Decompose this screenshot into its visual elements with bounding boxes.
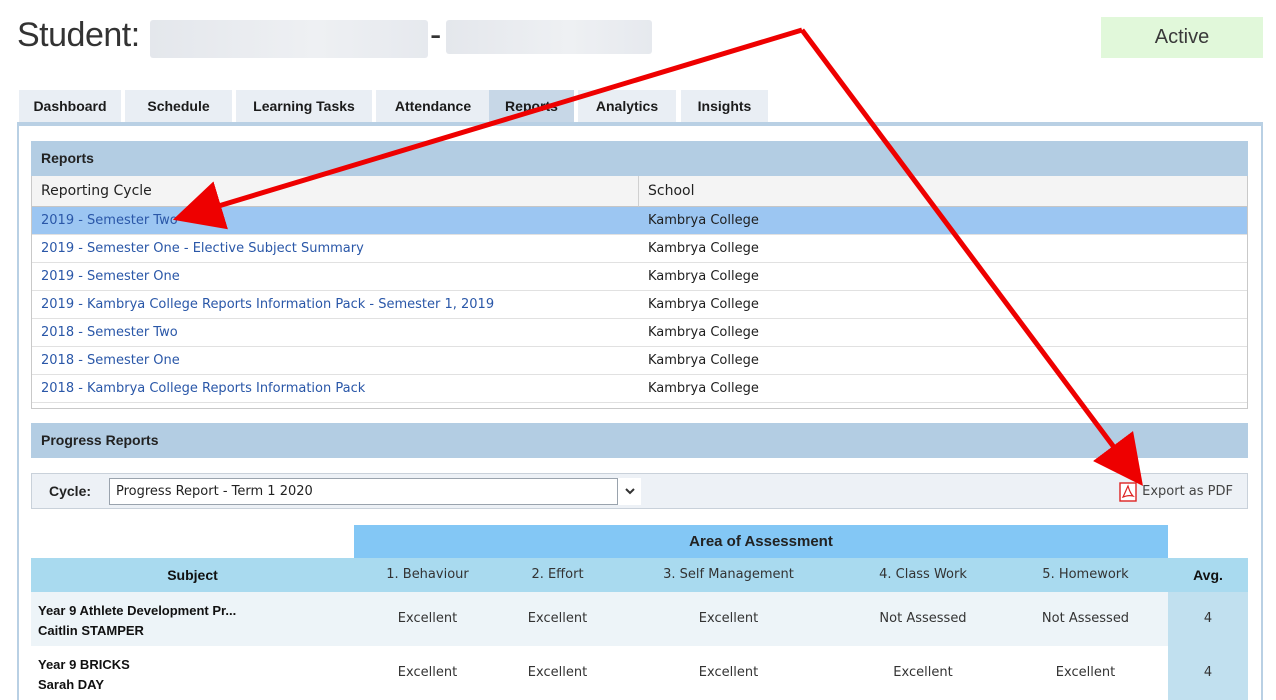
grade-average: 4 (1203, 665, 1213, 680)
column-header-effort: 2. Effort (531, 567, 584, 582)
reports-table: Reporting Cycle School 2019 - Semester T… (31, 176, 1248, 409)
grade-self-management: Excellent (698, 665, 759, 680)
subject-cell: Year 9 Athlete Development Pr... Caitlin… (38, 601, 236, 641)
tab-learning-tasks[interactable]: Learning Tasks (236, 90, 372, 123)
teacher-name: Sarah DAY (38, 677, 104, 692)
subject-name: Year 9 Athlete Development Pr... (38, 603, 237, 618)
column-header-avg: Avg. (1193, 567, 1223, 583)
teacher-name: Caitlin STAMPER (38, 623, 144, 638)
table-row[interactable]: 2019 - Semester One - Elective Subject S… (32, 235, 1247, 263)
report-school: Kambrya College (648, 213, 759, 228)
grade-class-work: Excellent (893, 665, 953, 680)
page-header: Student: - Active (0, 0, 1276, 90)
table-row: Year 9 BRICKS Sarah DAY Excellent Excell… (31, 646, 1168, 700)
export-pdf-label: Export as PDF (1142, 484, 1233, 499)
report-cycle-link[interactable]: 2019 - Semester One - Elective Subject S… (41, 235, 364, 263)
grade-class-work: Not Assessed (879, 611, 967, 626)
report-school: Kambrya College (648, 269, 759, 284)
grade-effort: Excellent (527, 611, 588, 626)
report-cycle-link[interactable]: 2018 - Kambrya College Reports Informati… (41, 375, 365, 403)
report-cycle-link[interactable]: 2018 - Semester One (41, 347, 180, 375)
pdf-icon (1119, 481, 1137, 502)
grade-homework: Not Assessed (1041, 611, 1130, 626)
table-row[interactable]: 2018 - Kambrya College Reports Informati… (32, 375, 1247, 403)
report-cycle-link[interactable]: 2018 - Semester Two (41, 319, 178, 347)
table-row[interactable]: 2018 - Semester One Kambrya College (32, 347, 1247, 375)
tab-attendance[interactable]: Attendance (376, 90, 490, 123)
report-cycle-link[interactable]: 2019 - Kambrya College Reports Informati… (41, 291, 494, 319)
table-row[interactable]: 2019 - Kambrya College Reports Informati… (32, 291, 1247, 319)
tab-reports[interactable]: Reports (489, 90, 574, 123)
tab-insights[interactable]: Insights (681, 90, 768, 123)
column-header-behaviour: 1. Behaviour (386, 567, 469, 582)
reports-section-header: Reports (31, 141, 1248, 176)
progress-reports-section-header: Progress Reports (31, 423, 1248, 458)
table-row[interactable]: 2019 - Semester Two Kambrya College (32, 207, 1247, 235)
cycle-select[interactable]: Progress Report - Term 1 2020 (109, 478, 640, 505)
chevron-down-icon[interactable] (617, 478, 641, 505)
grade-average: 4 (1203, 611, 1213, 626)
grade-effort: Excellent (527, 665, 588, 680)
redacted-student-id (446, 20, 652, 54)
title-separator: - (430, 16, 442, 54)
tab-dashboard[interactable]: Dashboard (19, 90, 121, 123)
cycle-filter-bar: Cycle: Progress Report - Term 1 2020 Exp… (31, 473, 1248, 509)
grade-behaviour: Excellent (397, 665, 458, 680)
tab-schedule[interactable]: Schedule (125, 90, 232, 123)
status-badge: Active (1101, 17, 1263, 58)
report-school: Kambrya College (648, 241, 759, 256)
student-title: Student: (17, 16, 140, 54)
area-of-assessment-header: Area of Assessment (354, 525, 1168, 558)
column-header-class-work: 4. Class Work (879, 567, 967, 582)
column-header-self-management: 3. Self Management (663, 567, 794, 582)
column-header-homework: 5. Homework (1042, 567, 1129, 582)
report-school: Kambrya College (648, 353, 759, 368)
column-header-reporting-cycle[interactable]: Reporting Cycle (32, 176, 639, 207)
subject-cell: Year 9 BRICKS Sarah DAY (38, 655, 130, 695)
report-school: Kambrya College (648, 381, 759, 396)
report-cycle-link[interactable]: 2019 - Semester One (41, 263, 180, 291)
grade-self-management: Excellent (698, 611, 759, 626)
report-school: Kambrya College (648, 325, 759, 340)
cycle-label: Cycle: (49, 483, 92, 499)
table-row: Year 9 Athlete Development Pr... Caitlin… (31, 592, 1168, 646)
column-header-subject: Subject (167, 567, 218, 583)
tab-analytics[interactable]: Analytics (578, 90, 676, 123)
export-pdf-button[interactable]: Export as PDF (1119, 481, 1233, 503)
subject-name: Year 9 BRICKS (38, 657, 130, 672)
table-row[interactable]: 2019 - Semester One Kambrya College (32, 263, 1247, 291)
grade-behaviour: Excellent (397, 611, 458, 626)
report-school: Kambrya College (648, 297, 759, 312)
grade-homework: Excellent (1055, 665, 1116, 680)
column-header-school[interactable]: School (639, 176, 1247, 207)
progress-table-header: Subject 1. Behaviour 2. Effort 3. Self M… (31, 558, 1248, 592)
table-row[interactable]: 2018 - Semester Two Kambrya College (32, 319, 1247, 347)
redacted-student-name (150, 20, 428, 58)
report-cycle-link[interactable]: 2019 - Semester Two (41, 207, 178, 235)
